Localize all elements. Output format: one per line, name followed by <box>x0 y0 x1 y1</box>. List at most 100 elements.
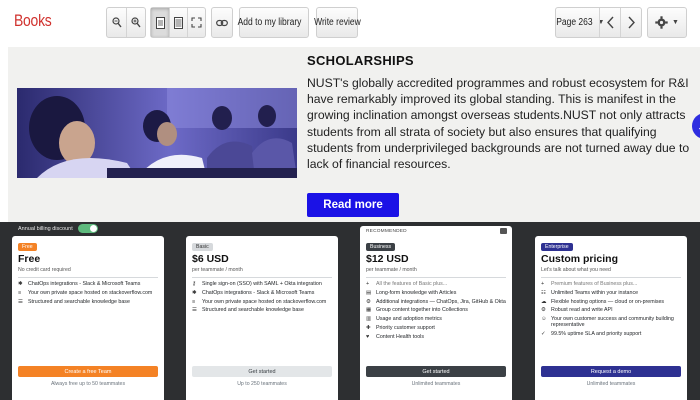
feature-text: ChatOps integrations - Slack & Microsoft… <box>28 281 141 287</box>
plan-price: $12 USD <box>366 253 409 265</box>
page-select[interactable]: Page 263 ▼ <box>555 8 605 37</box>
zoom-in-icon <box>131 17 141 28</box>
stack-icon: ≡ <box>192 298 196 305</box>
settings-dropdown[interactable]: ▼ <box>647 7 687 38</box>
collection-icon: ▦ <box>366 307 372 314</box>
add-to-library-dropdown[interactable]: Add to my library▼ <box>237 7 322 38</box>
books-logo[interactable]: Books <box>14 11 52 31</box>
pricing-section: Annual billing discount Free Free No cre… <box>0 222 700 400</box>
feature-item: ☰ Structured and searchable knowledge bas… <box>192 307 332 313</box>
divider <box>18 277 158 278</box>
next-page-button[interactable] <box>620 8 641 37</box>
link-button[interactable] <box>212 8 232 37</box>
plan-note: Up to 250 teammates <box>237 381 287 387</box>
billing-discount-toggle[interactable] <box>77 224 98 233</box>
view-mode-group <box>150 7 206 38</box>
feature-text: Content Health tools <box>376 333 424 340</box>
plan-badge: Enterprise <box>541 243 573 251</box>
feature-item: ♥ Content Health tools <box>366 334 506 340</box>
page-select-label: Page 263 <box>555 17 593 28</box>
plan-note: Always free up to 50 teammates <box>50 381 126 387</box>
api-icon: ⚙ <box>541 307 546 314</box>
plan-badge: Basic <box>192 243 213 251</box>
integration-icon: ⚙ <box>366 298 371 305</box>
business-get-started-button[interactable]: Get started <box>366 366 506 377</box>
students-classroom-image <box>17 88 297 178</box>
chevron-right-icon <box>627 16 635 29</box>
feature-item: ≡ Your own private space hosted on stacko… <box>192 299 332 305</box>
plan-subprice: No credit card required <box>18 267 71 273</box>
basic-get-started-button[interactable]: Get started <box>192 366 332 377</box>
feature-text: Structured and searchable knowledge base <box>28 298 130 305</box>
zoom-in-button[interactable] <box>126 8 145 37</box>
feature-text: Single sign-on (SSO) with SAML + Okta in… <box>202 281 322 287</box>
feature-text: Priority customer support <box>376 324 435 331</box>
request-demo-button[interactable]: Request a demo <box>541 366 681 377</box>
feature-item: ☰ Structured and searchable knowledge bas… <box>18 299 158 305</box>
feature-text: Additional integrations — ChatOps, Jira,… <box>376 298 506 305</box>
plan-price: Custom pricing <box>541 253 619 265</box>
feature-text: All the features of Basic plus... <box>376 281 448 287</box>
feature-text: Premium features of Business plus... <box>551 281 638 287</box>
feature-text: Robust read and write API <box>551 307 613 314</box>
write-review-button[interactable]: Write review <box>314 8 361 37</box>
plan-features: ⚷ Single sign-on (SSO) with SAML + Okta i… <box>192 281 332 316</box>
plan-features: + Premium features of Business plus... ☷ U… <box>541 281 681 340</box>
hosting-icon: ☁ <box>541 298 547 305</box>
plan-features: ✱ ChatOps integrations - Slack & Microsof… <box>18 281 158 307</box>
plan-subprice: per teammate / month <box>192 267 243 273</box>
chevron-left-icon <box>606 16 614 29</box>
write-review-label: Write review <box>313 17 361 28</box>
health-icon: ♥ <box>366 333 370 340</box>
scholarship-title: SCHOLARSHIPS <box>307 53 414 68</box>
divider <box>192 277 332 278</box>
page-nav-group: Page 263 ▼ <box>555 7 642 38</box>
link-icon <box>216 19 228 26</box>
divider <box>366 277 506 278</box>
feature-item: ☷ Unlimited Teams within your instance <box>541 290 681 296</box>
feature-item: ≡ Your own private space hosted on stacko… <box>18 290 158 296</box>
plan-note: Unlimited teammates <box>586 381 636 387</box>
text-view-icon <box>174 16 183 29</box>
plan-card-enterprise: Enterprise Custom pricing Let's talk abo… <box>535 236 687 400</box>
text-view-button[interactable] <box>169 8 187 37</box>
books-toolbar: Books Add to my library▼ Write review <box>0 0 700 46</box>
plan-card-basic: Basic $6 USD per teammate / month ⚷ Singl… <box>186 236 338 400</box>
fullscreen-button[interactable] <box>187 8 205 37</box>
zoom-out-button[interactable] <box>107 8 126 37</box>
feature-item: ✓ 99.5% uptime SLA and priority support <box>541 331 681 337</box>
feature-text: Your own private space hosted on stackov… <box>202 298 327 305</box>
plan-note: Unlimited teammates <box>411 381 461 387</box>
key-icon: ⚷ <box>192 281 197 287</box>
plus-icon: + <box>366 281 370 287</box>
add-to-library-button[interactable]: Add to my library▼ <box>237 8 322 37</box>
fullscreen-icon <box>191 17 202 28</box>
success-icon: ☺ <box>541 316 547 323</box>
plan-subprice: per teammate / month <box>366 267 417 273</box>
write-review-group: Write review <box>314 7 361 38</box>
plan-badge: Free <box>18 243 37 251</box>
article-icon: ▤ <box>366 289 372 296</box>
zoom-group <box>106 7 146 38</box>
feature-item: ✚ Priority customer support <box>366 325 506 331</box>
feature-item: ☺ Your own customer success and community… <box>541 316 681 328</box>
feature-item: ☁ Flexible hosting options — cloud or on-… <box>541 299 681 305</box>
feature-item: ⚷ Single sign-on (SSO) with SAML + Okta i… <box>192 281 332 287</box>
list-icon: ☰ <box>192 307 197 314</box>
single-page-button[interactable] <box>151 8 169 37</box>
read-more-button[interactable]: Read more <box>307 193 399 217</box>
feature-item: ▤ Long-form knowledge with Articles <box>366 290 506 296</box>
plan-features: + All the features of Basic plus... ▤ Long… <box>366 281 506 343</box>
add-to-library-label: Add to my library <box>237 17 301 28</box>
prev-page-button[interactable] <box>599 8 620 37</box>
plan-badge: Business <box>366 243 396 251</box>
teams-icon: ☷ <box>541 289 546 296</box>
create-free-team-button[interactable]: Create a free Team <box>18 366 158 377</box>
plan-card-business: RECOMMENDED Business $12 USD per teammat… <box>360 226 512 400</box>
feature-text: Your own private space hosted on stackov… <box>28 289 153 296</box>
settings-button[interactable]: ▼ <box>648 8 686 37</box>
feature-text: ChatOps integrations - Slack & Microsoft… <box>202 289 315 296</box>
support-icon: ✚ <box>366 324 371 331</box>
stack-icon: ≡ <box>18 289 22 296</box>
plan-card-free: Free Free No credit card required ✱ ChatO… <box>12 236 164 400</box>
